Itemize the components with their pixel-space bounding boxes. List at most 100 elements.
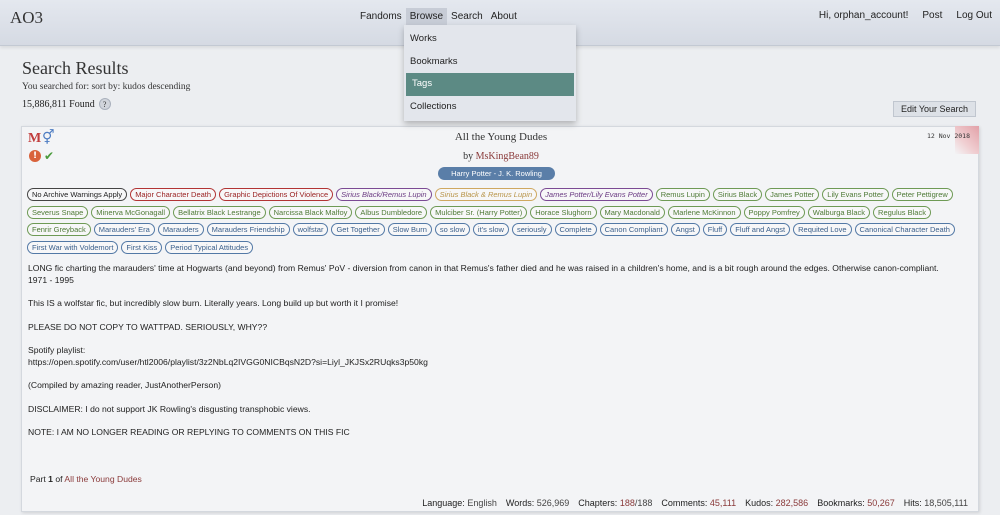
work-blurb: M ⚥ ! ✔ All the Young Dudes by MsKingBea…	[21, 126, 979, 512]
edit-search-button[interactable]: Edit Your Search	[893, 101, 976, 117]
tag-link[interactable]: Mary Macdonald	[599, 205, 665, 219]
kudos-link[interactable]: 282,586	[776, 498, 809, 508]
tag-link[interactable]: Complete	[554, 223, 597, 236]
tag-link[interactable]: Period Typical Attitudes	[165, 240, 254, 254]
tag-link[interactable]: Fluff and Angst	[730, 223, 791, 236]
primary-nav: Fandoms Browse Search About	[356, 8, 521, 25]
series-link[interactable]: All the Young Dudes	[64, 474, 141, 484]
work-title-link[interactable]: All the Young Dudes	[455, 131, 547, 143]
dropdown-item-works[interactable]: Works	[404, 28, 576, 51]
site-logo[interactable]: AO3	[10, 8, 43, 28]
tag-link[interactable]: No Archive Warnings Apply	[27, 188, 128, 201]
tag-link[interactable]: Peter Pettigrew	[891, 188, 953, 201]
tag-link[interactable]: Sirius Black/Remus Lupin	[336, 188, 432, 201]
tag-link[interactable]: Sirius Black & Remus Lupin	[434, 188, 538, 201]
tag-link[interactable]: First War with Voldemort	[27, 240, 119, 254]
summary-paragraph: LONG fic charting the marauders' time at…	[28, 263, 939, 285]
tag-link[interactable]: Severus Snape	[27, 205, 89, 219]
nav-search[interactable]: Search	[447, 8, 487, 25]
chapters-link[interactable]: 188	[620, 498, 635, 508]
language-value: English	[467, 498, 497, 508]
nav-browse[interactable]: Browse	[405, 8, 448, 25]
summary-paragraph: NOTE: I AM NO LONGER READING OR REPLYING…	[28, 427, 350, 437]
tag-link[interactable]: Canon Compliant	[599, 223, 668, 236]
tag-link[interactable]: Angst	[670, 223, 700, 236]
words-value: 526,969	[536, 498, 570, 508]
tag-link[interactable]: First Kiss	[121, 240, 163, 254]
tag-link[interactable]: Marlene McKinnon	[667, 205, 741, 219]
tag-link[interactable]: Walburga Black	[807, 205, 871, 219]
log-out-link[interactable]: Log Out	[956, 10, 992, 21]
series-of: of	[55, 474, 63, 484]
tag-link[interactable]: Fenrir Greyback	[27, 223, 91, 236]
author-link[interactable]: MsKingBean89	[476, 151, 539, 162]
dropdown-item-bookmarks[interactable]: Bookmarks	[404, 51, 576, 74]
dropdown-item-tags[interactable]: Tags	[406, 73, 574, 96]
browse-dropdown-menu: Works Bookmarks Tags Collections	[404, 25, 576, 121]
tag-link[interactable]: Sirius Black	[712, 188, 763, 201]
greeting-link[interactable]: Hi, orphan_account!	[819, 10, 909, 21]
work-title: All the Young Dudes	[22, 131, 980, 143]
tag-link[interactable]: James Potter	[765, 188, 820, 201]
help-icon[interactable]: ?	[98, 98, 111, 110]
summary-paragraph: (Compiled by amazing reader, JustAnother…	[28, 380, 221, 390]
summary-paragraph: Spotify playlist: https://open.spotify.c…	[28, 345, 428, 367]
tag-link[interactable]: it's slow	[472, 223, 509, 236]
tag-link[interactable]: Mulciber Sr. (Harry Potter)	[430, 205, 528, 219]
tag-link[interactable]: Requited Love	[793, 223, 852, 236]
series-part-number: 1	[48, 474, 53, 484]
words-label: Words:	[505, 498, 535, 508]
results-count-text: 15,886,811 Found	[22, 98, 95, 110]
chapters-total: /188	[634, 498, 653, 508]
hits-label: Hits:	[903, 498, 922, 508]
tag-link[interactable]: Horace Slughorn	[530, 205, 597, 219]
post-link[interactable]: Post	[922, 10, 942, 21]
tag-link[interactable]: Albus Dumbledore	[355, 205, 428, 219]
fandom-tag[interactable]: Harry Potter - J. K. Rowling	[438, 167, 555, 180]
tag-link[interactable]: Graphic Depictions Of Violence	[219, 188, 334, 201]
work-summary: LONG fic charting the marauders' time at…	[28, 263, 978, 451]
tag-link[interactable]: Get Together	[331, 223, 385, 236]
tag-link[interactable]: Major Character Death	[130, 188, 217, 201]
chapters-label: Chapters:	[578, 498, 618, 508]
search-query-description: You searched for: sort by: kudos descend…	[22, 82, 191, 92]
user-menu: Hi, orphan_account! Post Log Out	[819, 10, 992, 21]
tag-link[interactable]: so slow	[434, 223, 470, 236]
hits-value: 18,505,111	[924, 498, 968, 508]
tag-link[interactable]: Marauders' Era	[93, 223, 155, 236]
tag-link[interactable]: Poppy Pomfrey	[743, 205, 805, 219]
tag-link[interactable]: Narcissa Black Malfoy	[268, 205, 353, 219]
kudos-label: Kudos:	[745, 498, 774, 508]
work-byline: by MsKingBean89	[22, 151, 980, 162]
tag-link[interactable]: wolfstar	[292, 223, 329, 236]
tag-link[interactable]: Canonical Character Death	[854, 223, 955, 236]
tag-link[interactable]: Lily Evans Potter	[822, 188, 889, 201]
tag-link[interactable]: Minerva McGonagall	[91, 205, 171, 219]
summary-paragraph: DISCLAIMER: I do not support JK Rowling'…	[28, 403, 311, 414]
tag-link[interactable]: James Potter/Lily Evans Potter	[540, 188, 653, 201]
tag-link[interactable]: seriously	[511, 223, 552, 236]
page-title: Search Results	[22, 58, 129, 78]
tag-link[interactable]: Marauders	[157, 223, 204, 236]
summary-paragraph: This IS a wolfstar fic, but incredibly s…	[28, 298, 399, 308]
tag-link[interactable]: Fluff	[702, 223, 728, 236]
by-label: by	[463, 151, 474, 162]
tag-link[interactable]: Slow Burn	[387, 223, 432, 236]
work-stats: Language: English Words: 526,969 Chapter…	[422, 498, 968, 508]
tag-list: No Archive Warnings Apply Major Character…	[27, 188, 977, 254]
series-info: Part 1 of All the Young Dudes	[30, 474, 142, 484]
tag-link[interactable]: Regulus Black	[873, 205, 931, 219]
language-label: Language:	[422, 498, 465, 508]
bookmarks-label: Bookmarks:	[817, 498, 865, 508]
nav-about[interactable]: About	[487, 8, 521, 25]
tag-link[interactable]: Marauders Friendship	[206, 223, 290, 236]
tag-link[interactable]: Bellatrix Black Lestrange	[173, 205, 266, 219]
results-count: 15,886,811 Found ?	[22, 98, 111, 110]
nav-fandoms[interactable]: Fandoms	[356, 8, 406, 25]
summary-paragraph: PLEASE DO NOT COPY TO WATTPAD. SERIOUSLY…	[28, 321, 268, 332]
comments-link[interactable]: 45,111	[710, 498, 736, 508]
bookmarks-link[interactable]: 50,267	[867, 498, 895, 508]
dropdown-item-collections[interactable]: Collections	[404, 96, 576, 119]
tag-link[interactable]: Remus Lupin	[655, 188, 710, 201]
series-prefix: Part	[30, 474, 46, 484]
